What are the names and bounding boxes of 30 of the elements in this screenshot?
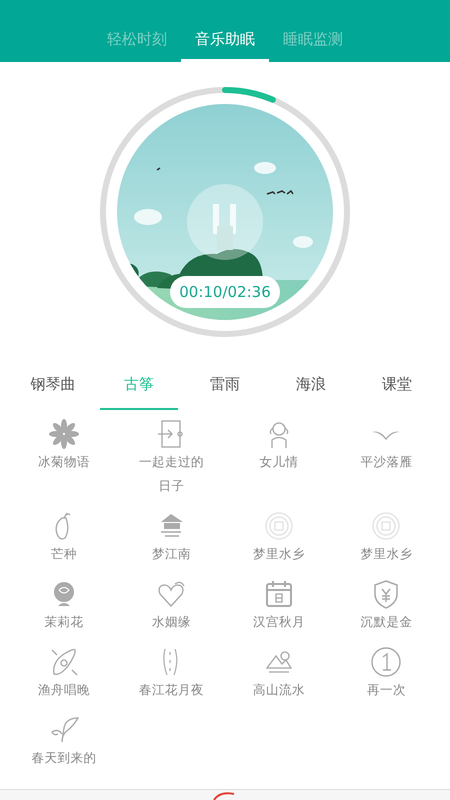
track-name[interactable]: 芒种 [50,542,77,566]
track-name[interactable]: 渔舟唱晚 [38,678,90,702]
track-name[interactable]: 水姻缘 [152,610,191,634]
track-name[interactable]: 高山流水 [252,678,305,702]
flower-icon[interactable] [48,418,80,450]
number-circle-icon[interactable] [370,646,402,678]
arc-icon[interactable] [212,790,236,800]
category-tab[interactable]: 古筝 [100,362,178,410]
track-name[interactable]: 茉莉花 [44,610,84,634]
track-name[interactable]: 梦里水乡 [252,542,305,566]
category-tab[interactable]: 课堂 [358,362,436,410]
category-tab[interactable]: 雷雨 [186,362,264,410]
header-tab[interactable]: 音乐助眠 [181,30,269,62]
disc-icon[interactable] [370,510,402,542]
track-name[interactable]: 平沙落雁 [360,450,412,474]
track-name[interactable]: 春天到来的 [31,746,96,770]
track-name[interactable]: 再一次 [366,678,406,702]
track-name[interactable]: 梦里水乡 [360,542,412,566]
track-name[interactable]: 春江花月夜 [138,678,204,702]
track-name[interactable]: 汉宫秋月 [252,610,305,634]
track-name[interactable]: 女儿情 [259,450,298,474]
track-name[interactable]: 冰菊物语 [38,450,90,474]
disc-icon[interactable] [262,510,295,542]
time-label: 00:10/02:36 [170,276,280,308]
track-name[interactable]: 梦江南 [152,542,191,566]
track-name[interactable]: 一起走过的 日子 [138,450,204,498]
category-tab[interactable]: 海浪 [272,362,350,410]
progress-arc[interactable] [222,87,276,103]
category-tab[interactable]: 钢琴曲 [14,362,92,410]
track-name[interactable]: 沉默是金 [360,610,412,634]
